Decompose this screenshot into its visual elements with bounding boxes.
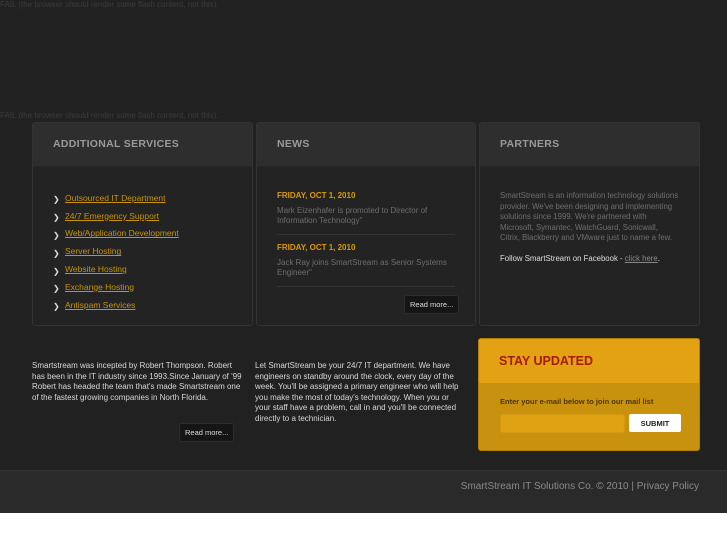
arrow-icon: ❯ (53, 266, 60, 276)
arrow-icon: ❯ (53, 284, 60, 294)
news-date: FRIDAY, OCT 1, 2010 (277, 243, 356, 252)
page: FAIL (the browser should render some fla… (0, 0, 727, 513)
flash-fallback-text: FAIL (the browser should render some fla… (0, 111, 219, 120)
service-link[interactable]: Website Hosting (65, 264, 127, 274)
arrow-icon: ❯ (53, 248, 60, 258)
service-link[interactable]: Antispam Services (65, 300, 135, 310)
period: . (657, 253, 660, 263)
arrow-icon: ❯ (53, 195, 60, 205)
partners-text: SmartStream is an information technology… (500, 191, 679, 242)
privacy-policy-link[interactable]: Privacy Policy (637, 481, 699, 492)
service-item: ❯ Website Hosting (53, 260, 252, 278)
submit-button[interactable]: SUBMIT (629, 414, 681, 432)
service-item: ❯ Outsourced IT Department (53, 189, 252, 207)
newsletter-label: Enter your e-mail below to join our mail… (500, 397, 654, 406)
about-text: Smartstream was incepted by Robert Thomp… (32, 361, 242, 402)
arrow-icon: ❯ (53, 213, 60, 223)
service-item: ❯ Exchange Hosting (53, 278, 252, 296)
service-link[interactable]: Web/Application Development (65, 228, 179, 238)
support-text: Let SmartStream be your 24/7 IT departme… (255, 361, 459, 423)
service-item: ❯ 24/7 Emergency Support (53, 207, 252, 225)
email-input[interactable] (500, 414, 625, 433)
copyright: SmartStream IT Solutions Co. © 2010 (460, 481, 629, 492)
services-panel: ADDITIONAL SERVICES ❯ Outsourced IT Depar… (32, 122, 253, 326)
facebook-link[interactable]: click here (625, 254, 658, 263)
news-date: FRIDAY, OCT 1, 2010 (277, 191, 356, 200)
newsletter-title: STAY UPDATED (479, 339, 699, 383)
follow-text: Follow SmartStream on Facebook - (500, 253, 625, 263)
about-read-more-button[interactable]: Read more... (179, 423, 235, 442)
separator: | (628, 481, 637, 492)
panel-title: NEWS (257, 123, 475, 167)
service-link[interactable]: Exchange Hosting (65, 282, 134, 292)
arrow-icon: ❯ (53, 230, 60, 240)
footer: SmartStream IT Solutions Co. © 2010 | Pr… (0, 470, 727, 513)
news-text[interactable]: Jack Ray joins SmartStream as Senior Sys… (277, 258, 455, 287)
service-link[interactable]: Outsourced IT Department (65, 193, 165, 203)
news-read-more-button[interactable]: Read more... (404, 295, 460, 314)
service-item: ❯ Web/Application Development (53, 225, 252, 243)
service-item: ❯ Antispam Services (53, 296, 252, 314)
service-item: ❯ Server Hosting (53, 242, 252, 260)
panel-title: ADDITIONAL SERVICES (33, 123, 252, 167)
arrow-icon: ❯ (53, 302, 60, 312)
news-panel: NEWS FRIDAY, OCT 1, 2010 Mark Eizenhafer… (256, 122, 476, 326)
news-text[interactable]: Mark Eizenhafer is promoted to Director … (277, 206, 455, 235)
service-link[interactable]: Server Hosting (65, 246, 121, 256)
service-link[interactable]: 24/7 Emergency Support (65, 211, 159, 221)
flash-fallback-text: FAIL (the browser should render some fla… (0, 0, 219, 9)
newsletter-box: STAY UPDATED Enter your e-mail below to … (478, 338, 700, 451)
panel-title: PARTNERS (480, 123, 699, 167)
partners-panel: PARTNERS SmartStream is an information t… (479, 122, 700, 326)
